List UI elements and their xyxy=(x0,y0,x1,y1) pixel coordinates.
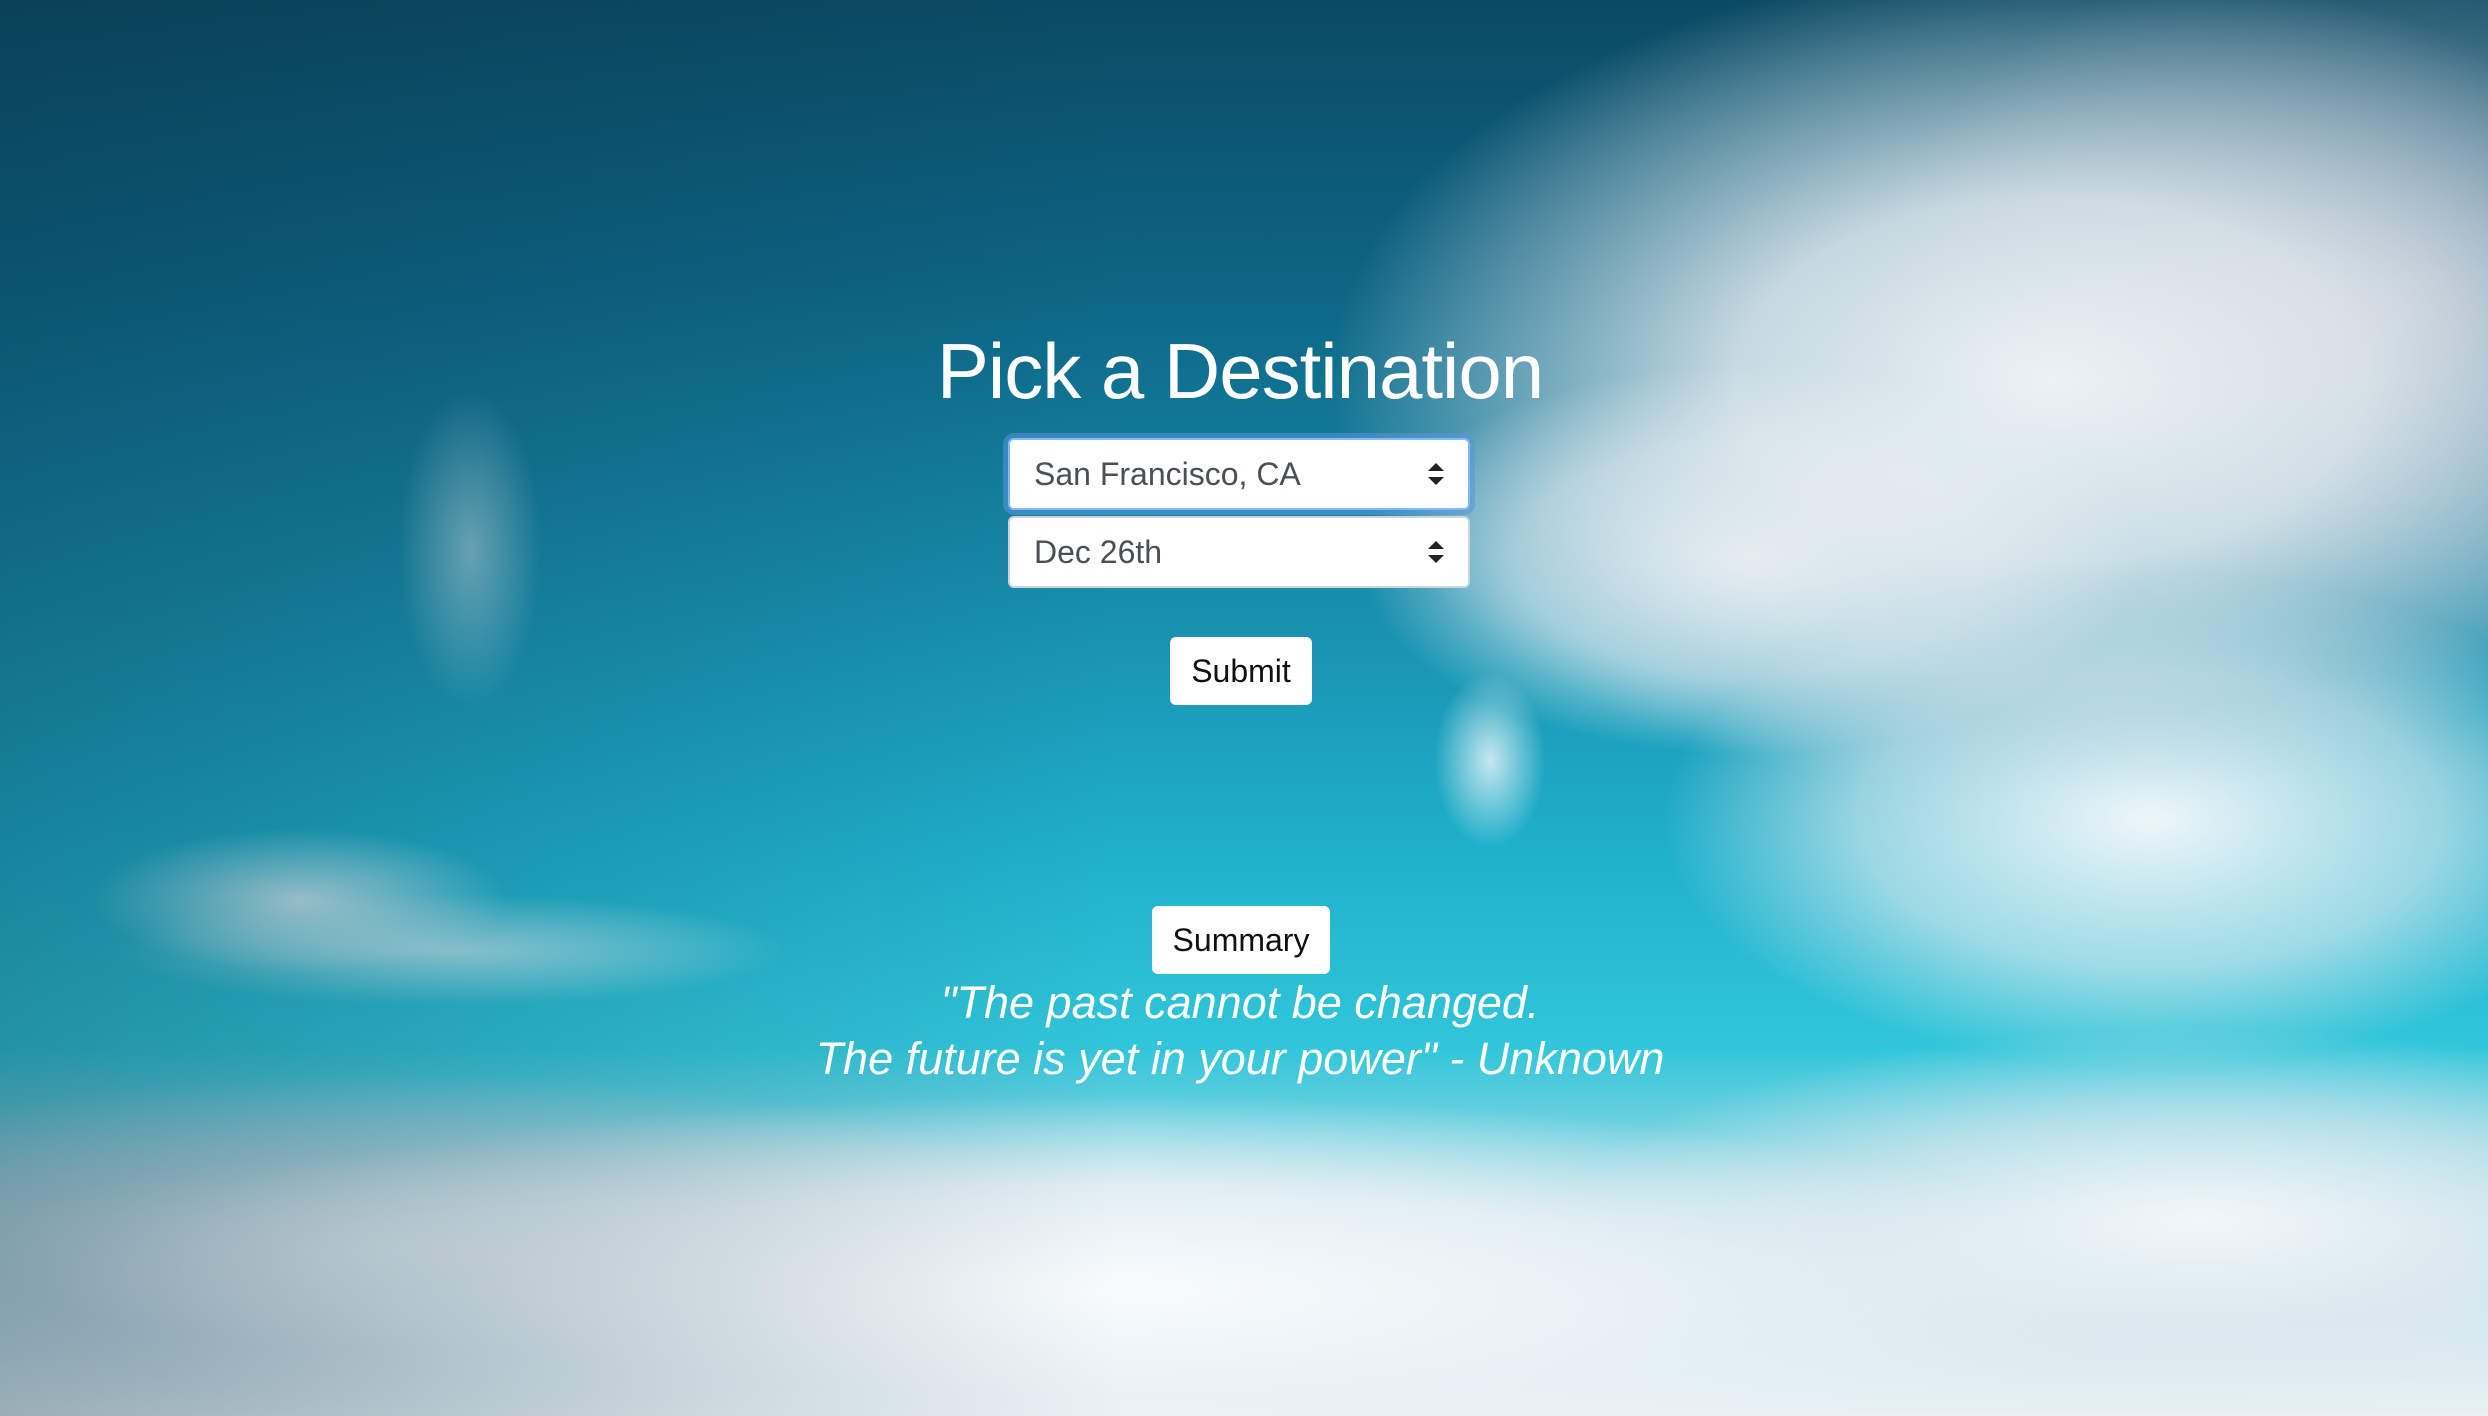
summary-button[interactable]: Summary xyxy=(1152,906,1330,974)
updown-arrow-icon xyxy=(1428,463,1444,485)
date-select[interactable]: Dec 26th xyxy=(1008,516,1470,588)
date-select-value: Dec 26th xyxy=(1034,533,1163,570)
quote-text: "The past cannot be changed. The future … xyxy=(0,975,2480,1087)
submit-button[interactable]: Submit xyxy=(1170,637,1312,705)
quote-line-1: "The past cannot be changed. xyxy=(940,977,1540,1028)
updown-arrow-icon xyxy=(1428,541,1444,563)
main-content: Pick a Destination San Francisco, CA Dec… xyxy=(0,0,2488,1416)
quote-line-2: The future is yet in your power" - Unkno… xyxy=(815,1033,1665,1084)
destination-select-value: San Francisco, CA xyxy=(1034,455,1301,492)
destination-select[interactable]: San Francisco, CA xyxy=(1008,438,1470,510)
page-title: Pick a Destination xyxy=(936,327,1544,415)
